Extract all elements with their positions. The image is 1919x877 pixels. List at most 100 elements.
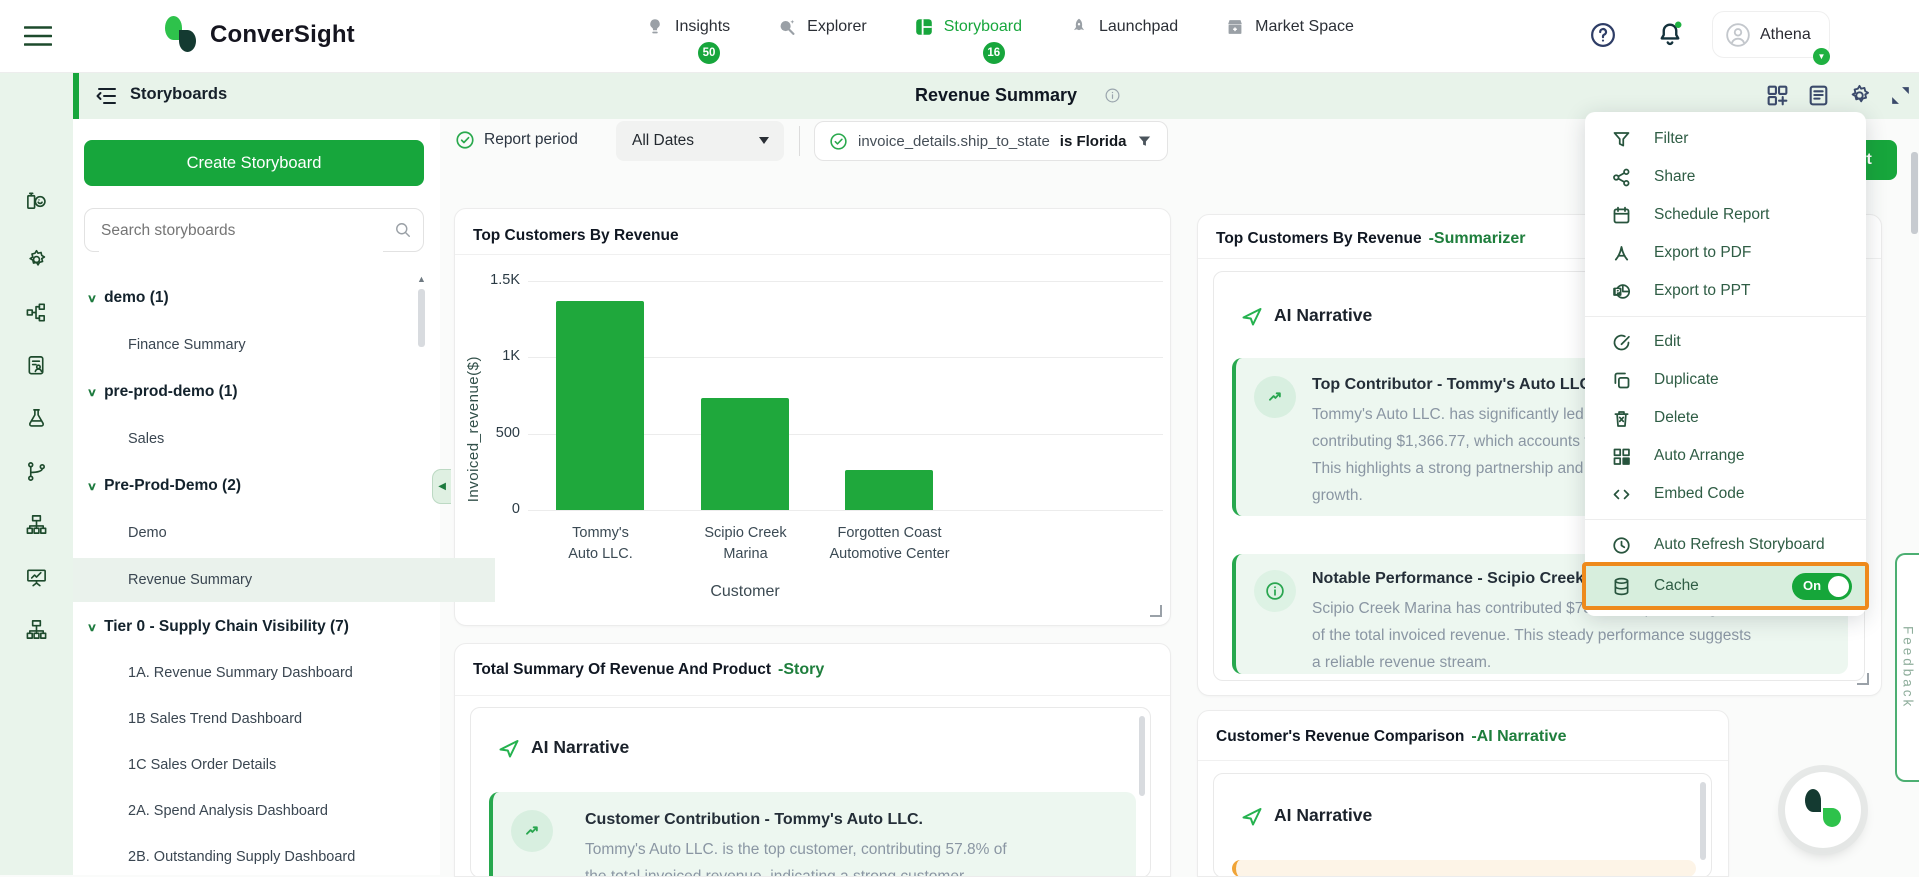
menu-item-cache[interactable]: Cache On [1585,564,1866,608]
nav-label: Market Space [1255,18,1354,36]
menu-item-export-ppt[interactable]: P Export to PPT [1585,272,1866,310]
filter-chip-ship-to-state[interactable]: invoice_details.ship_to_state is Florida [814,121,1168,161]
database-icon [1611,576,1632,597]
help-icon[interactable] [1589,21,1617,49]
chevron-down-icon: ∨ [87,480,97,493]
tree-item-2a-spend-analysis[interactable]: 2A. Spend Analysis Dashboard [73,793,495,829]
feedback-tab[interactable]: Feedback [1895,553,1919,782]
resize-corner[interactable] [1150,605,1162,617]
menu-item-share[interactable]: Share [1585,158,1866,196]
assistant-chat-button[interactable] [1785,772,1861,848]
bar-scipio-creek[interactable] [701,398,789,510]
report-period-check-icon[interactable] [455,130,475,150]
nav-item-insights[interactable]: Insights 50 [644,16,730,38]
ppt-icon: P [1611,281,1632,302]
user-chevron-down-icon: ▼ [1813,48,1830,65]
menu-label: Export to PDF [1654,244,1751,262]
tree-item-1c-sales-order[interactable]: 1C Sales Order Details [73,747,495,783]
cache-toggle[interactable]: On [1792,573,1852,600]
add-widget-icon[interactable] [1765,83,1790,108]
tree-item-finance-summary[interactable]: Finance Summary [73,327,495,363]
insights-report-icon[interactable] [25,190,48,213]
storyboard-badge: 16 [981,40,1007,66]
storyboard-grid-icon [913,16,935,38]
code-icon [1611,484,1632,505]
org-chart-icon[interactable] [25,618,48,641]
page-scrollbar[interactable] [1911,152,1918,234]
menu-label: Export to PPT [1654,282,1750,300]
feedback-label: Feedback [1901,626,1916,709]
select-caret-icon [759,137,769,144]
trending-up-icon [511,810,553,852]
menu-item-duplicate[interactable]: Duplicate [1585,361,1866,399]
sitemap-icon[interactable] [25,513,48,536]
gear-icon[interactable] [25,248,48,271]
search-storyboards-box[interactable] [84,208,424,252]
menu-label: Auto Refresh Storyboard [1654,536,1825,554]
bar-forgotten-coast[interactable] [845,470,933,510]
document-user-icon[interactable] [25,354,48,377]
menu-item-edit[interactable]: Edit [1585,323,1866,361]
app-icon-rail [0,72,73,875]
settings-gear-icon[interactable] [1847,83,1872,108]
tree-label: Revenue Summary [128,572,252,588]
search-icon[interactable] [393,220,413,240]
panel-collapse-handle[interactable]: ◀ [432,469,451,504]
notifications-bell-icon[interactable] [1655,19,1685,49]
panel-scrollbar[interactable] [1139,716,1145,796]
resize-corner[interactable] [1857,673,1869,685]
insight-title: Customer Contribution - Tommy's Auto LLC… [585,811,923,829]
presentation-chart-icon[interactable] [25,566,48,589]
nav-label: Insights [675,18,730,36]
notes-icon[interactable] [1806,83,1831,108]
x-label: Forgotten Coast Automotive Center [817,523,962,565]
menu-item-schedule-report[interactable]: Schedule Report [1585,196,1866,234]
tree-item-2b-outstanding-supply[interactable]: 2B. Outstanding Supply Dashboard [73,839,495,875]
tree-label: 1A. Revenue Summary Dashboard [128,665,353,681]
story-card-title: Total Summary Of Revenue And Product-Sto… [473,661,824,679]
tree-label: Demo [128,525,167,541]
user-menu[interactable]: Athena ▼ [1712,11,1830,58]
filter-condition: is Florida [1060,133,1127,150]
tree-item-sales[interactable]: Sales [73,421,495,457]
menu-item-export-pdf[interactable]: Export to PDF [1585,234,1866,272]
chevron-down-icon: ∨ [87,292,97,305]
hamburger-menu-icon[interactable] [24,25,52,47]
duplicate-icon [1611,370,1632,391]
explorer-search-icon [776,16,798,38]
git-branch-icon[interactable] [25,460,48,483]
ai-narrative-flag-icon [1240,804,1264,828]
panel-scrollbar[interactable] [1700,782,1706,860]
comparison-ai-panel: AI Narrative [1213,773,1712,877]
tree-item-1a-revenue-summary[interactable]: 1A. Revenue Summary Dashboard [73,655,495,691]
tree-group-tier0[interactable]: ∨Tier 0 - Supply Chain Visibility (7) [73,609,455,645]
page-info-icon[interactable] [1104,87,1121,104]
workflow-icon[interactable] [25,301,48,324]
tree-group-demo[interactable]: ∨demo (1) [73,280,455,316]
nav-item-storyboard[interactable]: Storyboard 16 [913,16,1022,38]
menu-item-auto-arrange[interactable]: Auto Arrange [1585,437,1866,475]
flask-icon[interactable] [25,407,48,430]
tree-item-demo[interactable]: Demo [73,515,495,551]
tree-group-pre-prod-demo-2[interactable]: ∨Pre-Prod-Demo (2) [73,468,455,504]
tree-group-pre-prod-demo[interactable]: ∨pre-prod-demo (1) [73,374,455,410]
menu-label: Embed Code [1654,485,1744,503]
create-storyboard-button[interactable]: Create Storyboard [84,140,424,186]
nav-item-launchpad[interactable]: Launchpad [1068,16,1178,38]
menu-item-delete[interactable]: Delete [1585,399,1866,437]
fullscreen-expand-icon[interactable] [1888,83,1913,108]
tree-item-revenue-summary-selected[interactable]: Revenue Summary [73,558,495,602]
nav-item-market-space[interactable]: Market Space [1224,16,1354,38]
report-period-select[interactable]: All Dates [616,121,784,161]
x-label: Tommy's Auto LLC. [528,523,673,565]
bar-tommys-auto[interactable] [556,301,644,510]
menu-item-embed-code[interactable]: Embed Code [1585,475,1866,513]
tree-item-1b-sales-trend[interactable]: 1B Sales Trend Dashboard [73,701,495,737]
nav-item-explorer[interactable]: Explorer [776,16,867,38]
chart-plot-area: 1.5K 1K 500 0 Tommy's Auto LLC. Scipio C… [528,281,1163,510]
search-input[interactable] [99,210,383,252]
menu-item-filter[interactable]: Filter [1585,120,1866,158]
toggle-on-label: On [1803,578,1821,593]
trending-up-icon [1254,376,1296,418]
menu-item-auto-refresh[interactable]: Auto Refresh Storyboard [1585,526,1866,564]
